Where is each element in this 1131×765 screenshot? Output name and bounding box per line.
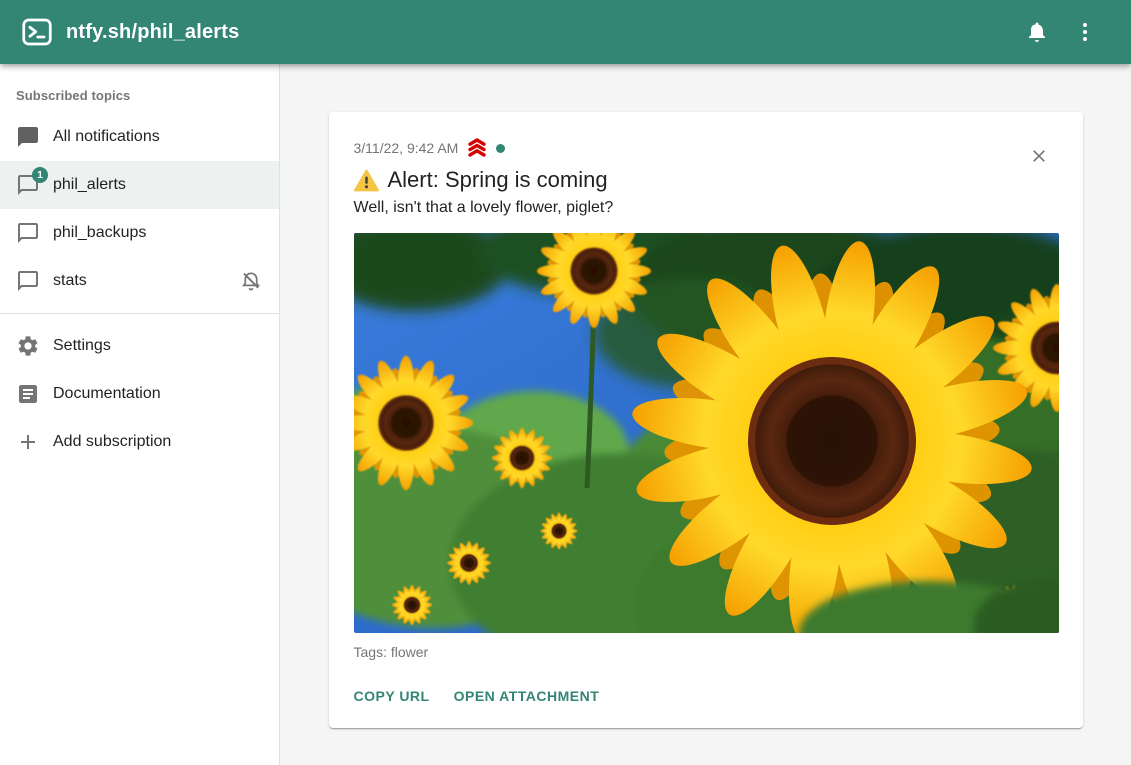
chat-bubble-filled-icon <box>16 125 40 149</box>
notification-title: Alert: Spring is coming <box>388 167 608 193</box>
sidebar-item-label: All notifications <box>53 128 263 146</box>
subscribed-topics-label: Subscribed topics <box>0 72 279 113</box>
sidebar-item-label: Add subscription <box>53 433 263 451</box>
tags-line: Tags: flower <box>354 644 1058 660</box>
notification-card: 3/11/22, 9:42 AM Alert: Spring is comi <box>329 112 1083 728</box>
notification-meta-row: 3/11/22, 9:42 AM <box>354 138 1058 158</box>
sidebar-item-label: Settings <box>53 337 263 355</box>
copy-url-button[interactable]: COPY URL <box>354 682 430 710</box>
chat-bubble-outline-icon <box>16 269 40 293</box>
sidebar-item-all-notifications[interactable]: All notifications <box>0 113 279 161</box>
terminal-prompt-icon <box>22 18 52 46</box>
sidebar-item-label: stats <box>53 272 226 290</box>
main-content: 3/11/22, 9:42 AM Alert: Spring is comi <box>280 64 1131 765</box>
sidebar-item-phil-alerts[interactable]: 1 phil_alerts <box>0 161 279 209</box>
notification-title-row: Alert: Spring is coming <box>354 167 1058 193</box>
close-icon <box>1029 146 1049 166</box>
sidebar-item-settings[interactable]: Settings <box>0 322 279 370</box>
warning-triangle-icon <box>354 169 379 192</box>
unread-count-badge: 1 <box>32 167 48 183</box>
notifications-bell-icon <box>1025 20 1049 44</box>
plus-icon <box>16 430 40 454</box>
chat-bubble-outline-icon: 1 <box>16 173 40 197</box>
sidebar-item-label: phil_backups <box>53 224 263 242</box>
more-vert-icon <box>1073 20 1097 44</box>
close-notification-button[interactable] <box>1019 136 1059 176</box>
app-bar: ntfy.sh/phil_alerts <box>0 0 1131 64</box>
sidebar-item-label: phil_alerts <box>53 176 263 194</box>
attachment-image[interactable] <box>354 233 1059 633</box>
priority-high-icon <box>465 138 489 158</box>
card-actions: COPY URL OPEN ATTACHMENT <box>354 682 1058 710</box>
sidebar-divider <box>0 313 279 314</box>
page-title: ntfy.sh/phil_alerts <box>66 21 239 44</box>
notification-body: Well, isn't that a lovely flower, piglet… <box>354 199 1058 217</box>
sidebar-item-phil-backups[interactable]: phil_backups <box>0 209 279 257</box>
sidebar-item-documentation[interactable]: Documentation <box>0 370 279 418</box>
sidebar-item-add-subscription[interactable]: Add subscription <box>0 418 279 466</box>
sidebar: Subscribed topics All notifications 1 ph… <box>0 64 280 765</box>
notifications-off-icon <box>239 269 263 293</box>
notification-timestamp: 3/11/22, 9:42 AM <box>354 140 459 156</box>
settings-gear-icon <box>16 334 40 358</box>
sidebar-item-label: Documentation <box>53 385 263 403</box>
notifications-bell-button[interactable] <box>1015 10 1059 54</box>
sidebar-item-stats[interactable]: stats <box>0 257 279 305</box>
unread-dot <box>496 144 505 153</box>
open-attachment-button[interactable]: OPEN ATTACHMENT <box>454 682 600 710</box>
more-menu-button[interactable] <box>1063 10 1107 54</box>
article-icon <box>16 382 40 406</box>
chat-bubble-outline-icon <box>16 221 40 245</box>
